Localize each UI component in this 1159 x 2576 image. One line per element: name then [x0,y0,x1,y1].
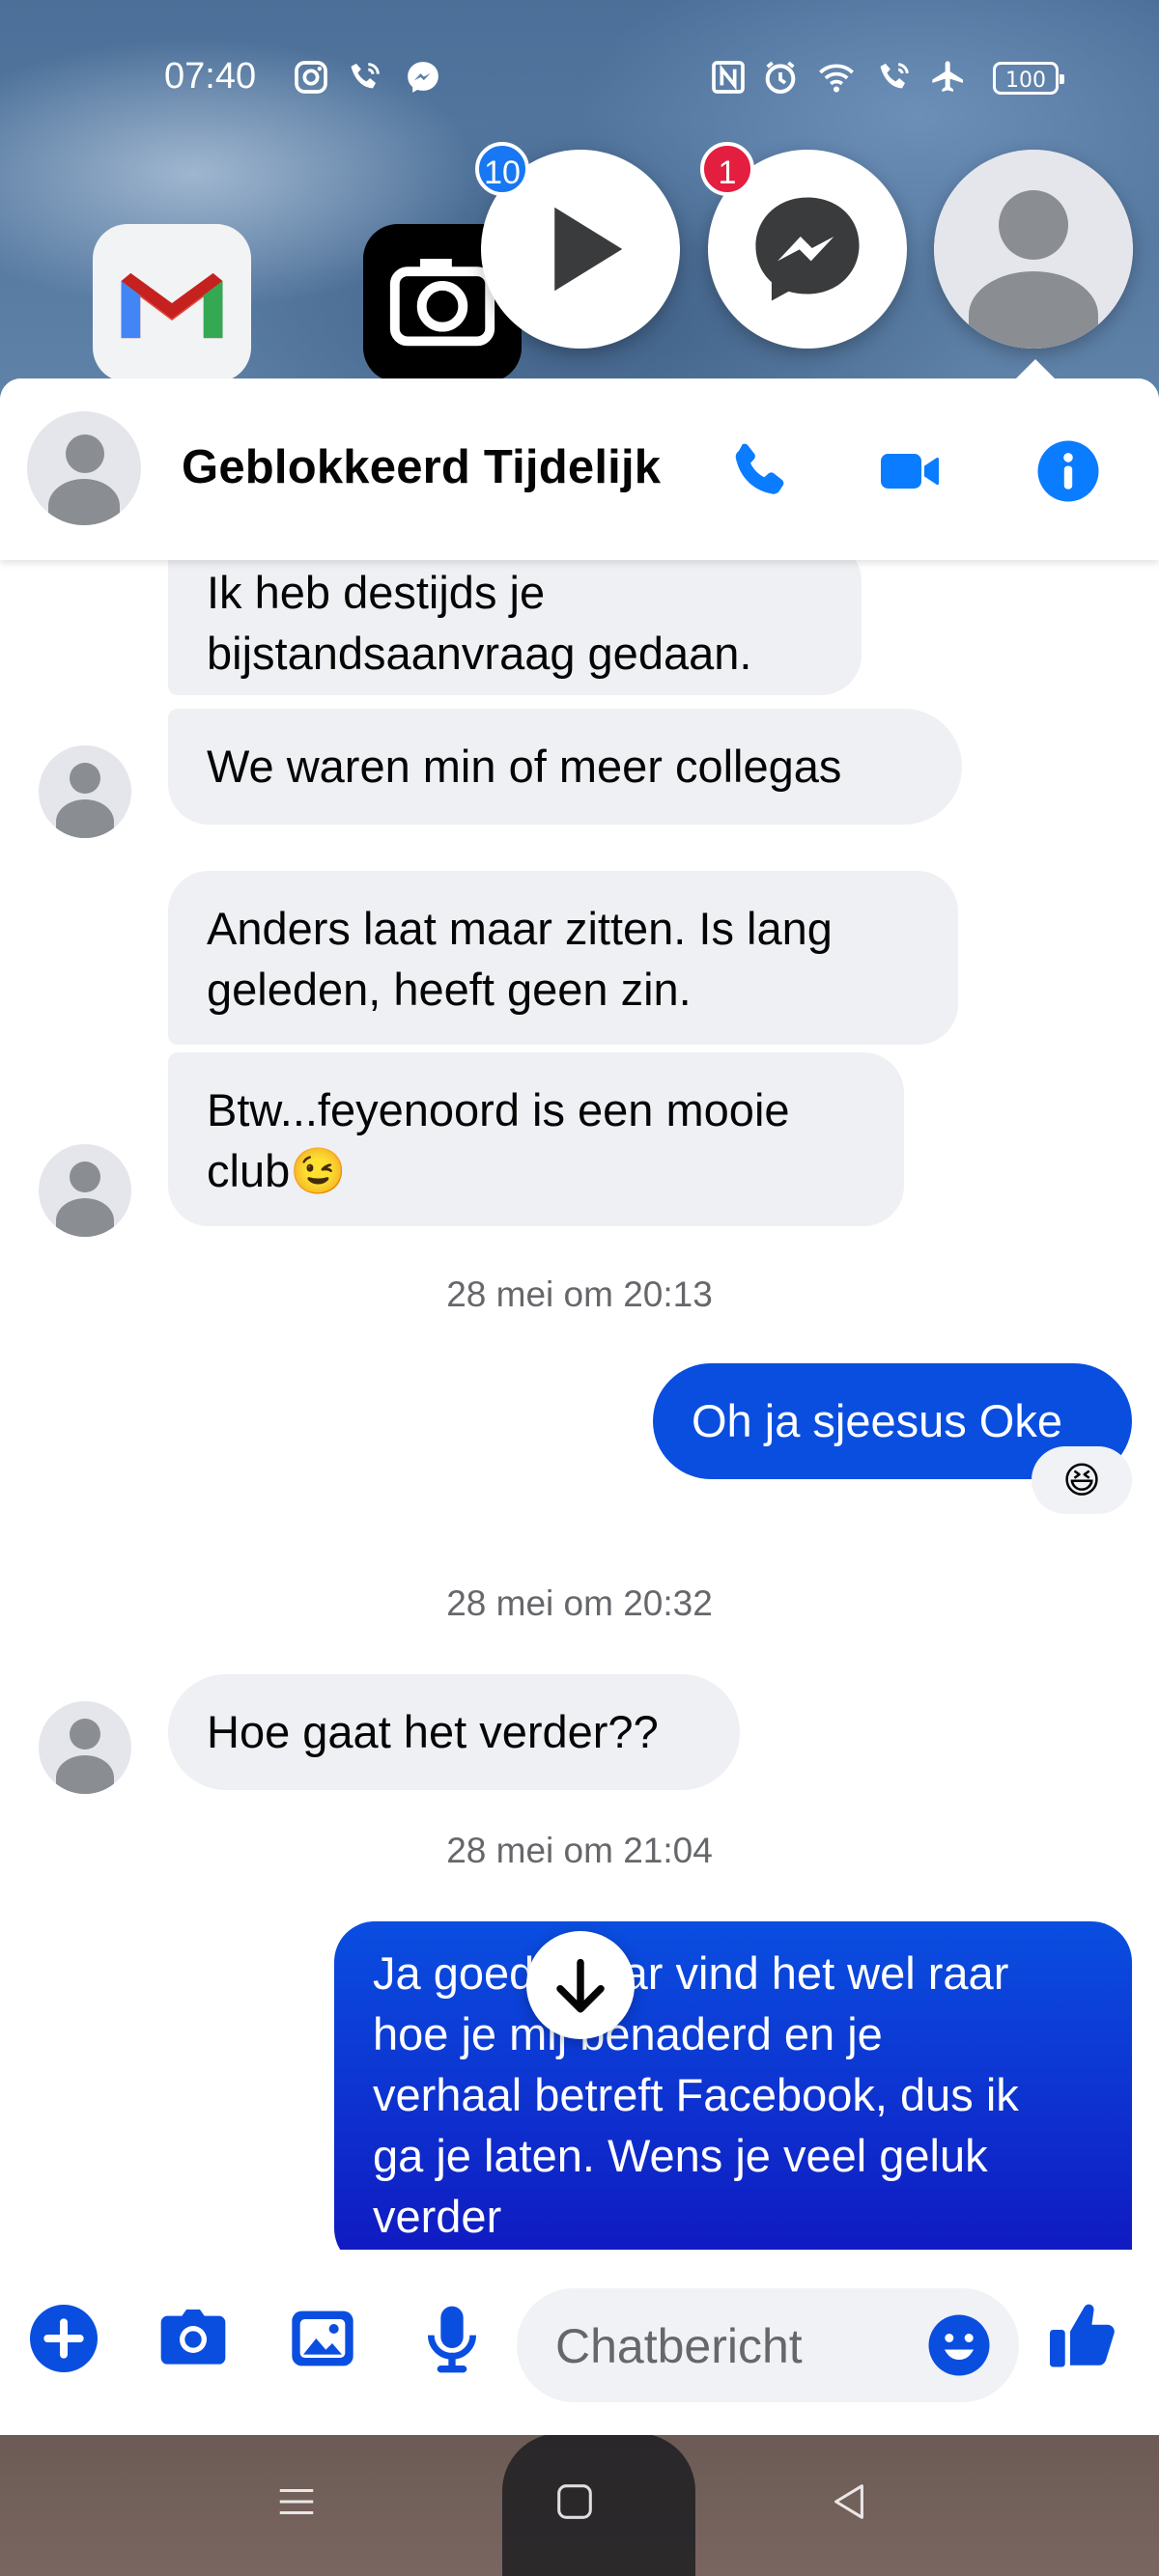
status-time: 07:40 [164,56,257,97]
microphone-icon[interactable] [413,2300,491,2377]
home-nav-icon[interactable] [552,2479,597,2524]
composer-bar [0,2250,1159,2435]
airplane-mode-icon [932,61,963,92]
message-input[interactable] [553,2308,905,2385]
contact-avatar[interactable] [27,411,141,525]
message-text: Anders laat maar zitten. Is lang [207,903,833,954]
wifi-calling-icon [880,63,909,89]
message-input-container[interactable] [517,2288,1019,2402]
chat-panel: Geblokkeerd Tijdelijk Ik heb destijds je… [0,378,1159,2435]
gallery-icon[interactable] [284,2300,361,2377]
message-text: verder [373,2191,502,2242]
message-text: Ik heb destijds je [207,567,546,618]
message-text: geleden, heeft geen zin. [207,964,692,1015]
sender-avatar[interactable] [39,1701,131,1794]
navigation-bar [0,2435,1159,2576]
messenger-chat-head[interactable]: 1 [700,142,907,349]
message-text: verhaal betreft Facebook, dus ik [373,2069,1019,2120]
video-call-icon[interactable] [875,436,945,506]
message-list[interactable]: Ik heb destijds je bijstandsaanvraag ged… [0,560,1159,2250]
plus-icon[interactable] [25,2300,102,2377]
camera-icon[interactable] [155,2300,232,2377]
messenger-badge: 1 [700,142,754,196]
message-text: hoe je mij benaderd en je [373,2008,883,2059]
incoming-message-2[interactable]: We waren min of meer collegas [168,709,962,825]
video-badge: 10 [475,142,529,196]
message-text: ga je laten. Wens je veel geluk [373,2130,988,2181]
emoji-icon[interactable] [924,2310,994,2380]
messenger-notification-icon [408,62,438,93]
like-icon[interactable] [1043,2296,1124,2377]
chat-header: Geblokkeerd Tijdelijk [0,378,1159,560]
alarm-icon [765,61,796,94]
info-icon[interactable] [1033,436,1103,506]
instagram-icon [295,61,327,94]
back-nav-icon[interactable] [827,2479,871,2524]
wifi-icon [819,64,854,93]
outgoing-message-2[interactable]: Ja goed, maar vind het wel raar hoe je m… [334,1921,1132,2250]
message-text: We waren min of meer collegas [207,741,842,792]
menu-nav-icon[interactable] [274,2479,319,2524]
incoming-message-5[interactable]: Hoe gaat het verder?? [168,1674,740,1790]
contact-name[interactable]: Geblokkeerd Tijdelijk [182,440,661,494]
message-reaction[interactable]: 😆 [1032,1446,1132,1514]
voice-call-icon[interactable] [724,436,794,506]
incoming-message-1[interactable]: Ik heb destijds je bijstandsaanvraag ged… [168,560,862,695]
status-bar: 07:40 100 [0,39,1159,116]
contact-chat-head[interactable] [934,150,1133,349]
scroll-to-bottom-button[interactable] [526,1931,635,2039]
gmail-app-icon [93,224,251,382]
message-text: club😉 [207,1145,347,1196]
timestamp: 28 mei om 20:32 [446,1583,713,1623]
message-text: Btw...feyenoord is een mooie [207,1084,790,1135]
incoming-message-3[interactable]: Anders laat maar zitten. Is lang geleden… [168,871,958,1045]
sender-avatar[interactable] [39,745,131,838]
video-chat-head[interactable]: 10 [475,142,680,349]
message-text: bijstandsaanvraag gedaan. [207,628,752,679]
message-text: Oh ja sjeesus Oke [692,1395,1063,1446]
message-text: Ja goed, maar vind het wel raar [373,1947,1009,1999]
timestamp: 28 mei om 21:04 [446,1831,713,1870]
incoming-message-4[interactable]: Btw...feyenoord is een mooie club😉 [168,1052,904,1226]
battery-indicator: 100 [993,62,1064,95]
nfc-icon [712,61,745,94]
wifi-call-icon [351,63,380,89]
sender-avatar[interactable] [39,1144,131,1237]
timestamp: 28 mei om 20:13 [446,1274,713,1314]
chat-head-pointer [1016,359,1055,378]
contact-head-avatar [934,150,1133,349]
message-text: Hoe gaat het verder?? [207,1706,659,1757]
arrow-down-icon [556,1958,605,2013]
